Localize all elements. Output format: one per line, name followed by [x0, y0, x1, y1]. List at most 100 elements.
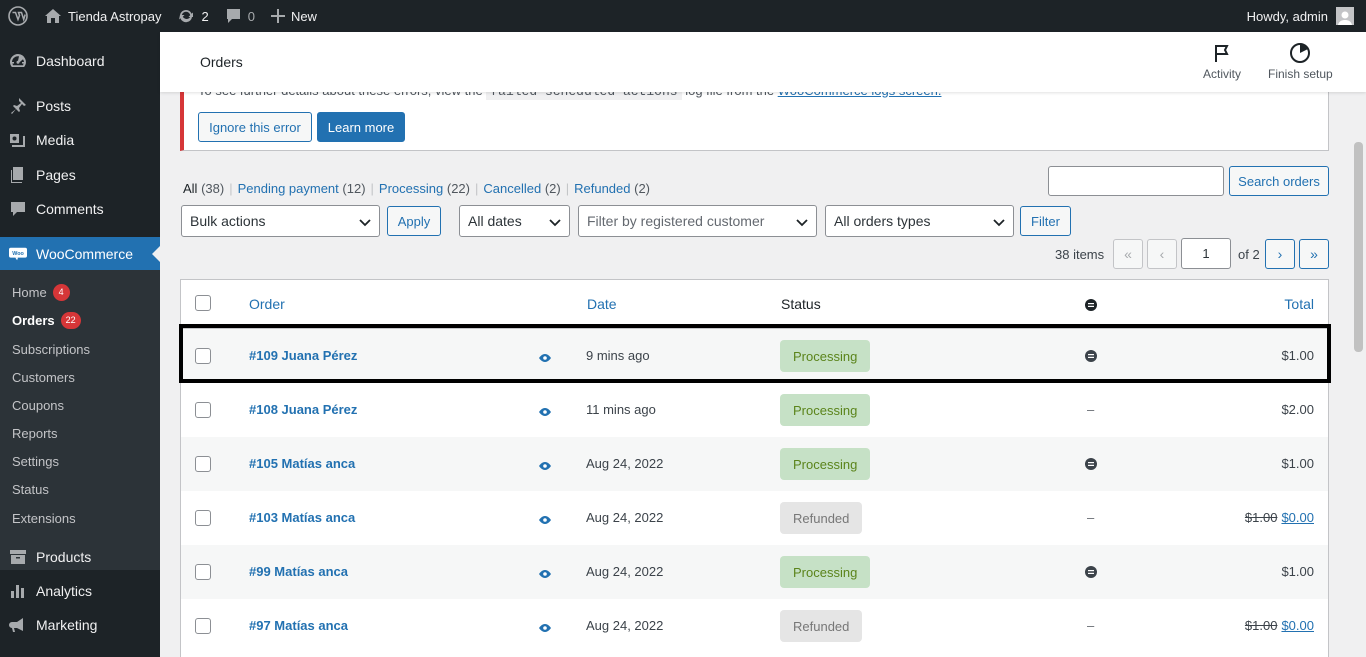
sidebar-label-woocommerce: WooCommerce [36, 246, 133, 262]
column-header-total[interactable]: Total [1284, 296, 1314, 312]
original-total: $1.00 [1244, 618, 1278, 633]
eye-preview-icon[interactable] [538, 351, 552, 366]
eye-preview-icon[interactable] [538, 405, 552, 420]
order-link[interactable]: #97 Matías anca [249, 618, 348, 633]
admin-bar: Tienda Astropay 2 0 New Howdy, admin [0, 0, 1366, 32]
table-row[interactable]: #103 Matías anca Aug 24, 2022 Refunded –… [181, 491, 1328, 545]
sidebar-item-products[interactable]: Products [0, 540, 160, 574]
order-link[interactable]: #99 Matías anca [249, 564, 348, 579]
customer-filter-select[interactable]: Filter by registered customer [578, 205, 817, 237]
first-page-button[interactable]: « [1113, 239, 1143, 269]
row-checkbox[interactable] [195, 456, 211, 472]
dates-value: All dates [468, 213, 522, 229]
row-checkbox[interactable] [195, 510, 211, 526]
submenu-item-status[interactable]: Status [12, 479, 49, 499]
order-link[interactable]: #103 Matías anca [249, 510, 355, 525]
filter-button[interactable]: Filter [1020, 206, 1071, 236]
status-badge: Refunded [780, 502, 863, 534]
sidebar-item-posts[interactable]: Posts [0, 89, 160, 123]
archive-box-icon [9, 548, 27, 566]
view-refunded[interactable]: Refunded [574, 181, 630, 196]
column-header-date[interactable]: Date [587, 296, 617, 312]
new-label: New [290, 8, 317, 24]
submenu-item-coupons[interactable]: Coupons [12, 395, 64, 415]
sidebar-item-marketing[interactable]: Marketing [0, 608, 160, 642]
origin-column-icon [1085, 299, 1097, 311]
sidebar-item-comments[interactable]: Comments [0, 192, 160, 226]
prev-page-button[interactable]: ‹ [1147, 239, 1177, 269]
last-page-button[interactable]: » [1299, 239, 1329, 269]
origin-empty: – [1087, 402, 1095, 417]
origin-empty: – [1087, 618, 1095, 633]
order-link[interactable]: #109 Juana Pérez [249, 348, 357, 363]
view-all[interactable]: All (38) [183, 181, 224, 196]
row-checkbox[interactable] [195, 564, 211, 580]
table-row[interactable]: #109 Juana Pérez 9 mins ago Processing $… [181, 329, 1328, 383]
total-pages: of 2 [1238, 247, 1260, 262]
comments-count: 0 [247, 8, 255, 24]
activity-label: Activity [1203, 67, 1242, 81]
eye-preview-icon[interactable] [538, 621, 552, 636]
status-badge: Processing [780, 394, 871, 426]
view-processing-count: (22) [446, 181, 470, 196]
table-row[interactable]: #108 Juana Pérez 11 mins ago Processing … [181, 383, 1328, 437]
submenu-item-settings[interactable]: Settings [12, 451, 59, 471]
select-all-checkbox[interactable] [195, 295, 211, 311]
bulk-actions-select[interactable]: Bulk actions [181, 205, 380, 237]
view-processing[interactable]: Processing [379, 181, 443, 196]
activity-button[interactable]: Activity [1203, 42, 1241, 81]
eye-preview-icon[interactable] [538, 513, 552, 528]
my-account-link[interactable]: Howdy, admin [1239, 0, 1366, 32]
comments-link[interactable]: 0 [217, 0, 263, 32]
ignore-error-button[interactable]: Ignore this error [198, 112, 312, 142]
submenu-item-subscriptions[interactable]: Subscriptions [12, 339, 90, 359]
sidebar-item-media[interactable]: Media [0, 123, 160, 157]
wordpress-logo-icon[interactable] [0, 0, 36, 32]
updates-link[interactable]: 2 [169, 0, 216, 32]
view-pending-payment[interactable]: Pending payment [238, 181, 339, 196]
submenu-item-orders[interactable]: Orders 22 [12, 310, 81, 330]
column-header-order[interactable]: Order [249, 296, 285, 312]
site-name-link[interactable]: Tienda Astropay [36, 0, 169, 32]
items-count: 38 items [1055, 247, 1105, 262]
order-link[interactable]: #105 Matías anca [249, 456, 355, 471]
row-checkbox[interactable] [195, 348, 211, 364]
submenu-item-home[interactable]: Home 4 [12, 282, 70, 302]
eye-preview-icon[interactable] [538, 567, 552, 582]
search-orders-button[interactable]: Search orders [1229, 166, 1329, 196]
sidebar-item-woocommerce[interactable]: Woo WooCommerce [0, 237, 160, 271]
next-page-button[interactable]: › [1265, 239, 1295, 269]
origin-icon [1085, 458, 1097, 470]
submenu-item-reports[interactable]: Reports [12, 423, 58, 443]
order-link[interactable]: #108 Juana Pérez [249, 402, 357, 417]
new-content-link[interactable]: New [263, 0, 325, 32]
submenu-item-extensions[interactable]: Extensions [12, 508, 76, 528]
search-orders-input[interactable] [1048, 166, 1224, 196]
order-status-views: All (38) | Pending payment (12) | Processing… [183, 181, 650, 196]
comment-icon [9, 200, 27, 218]
dates-select[interactable]: All dates [459, 205, 570, 237]
view-cancelled[interactable]: Cancelled [483, 181, 541, 196]
table-row[interactable]: #105 Matías anca Aug 24, 2022 Processing… [181, 437, 1328, 491]
eye-preview-icon[interactable] [538, 459, 552, 474]
table-row[interactable]: #99 Matías anca Aug 24, 2022 Processing … [181, 545, 1328, 599]
table-row[interactable]: #97 Matías anca Aug 24, 2022 Refunded – … [181, 599, 1328, 653]
row-checkbox[interactable] [195, 402, 211, 418]
apply-button[interactable]: Apply [387, 206, 441, 236]
sidebar-item-dashboard[interactable]: Dashboard [0, 44, 160, 78]
page-scrollbar[interactable] [1351, 32, 1366, 657]
view-refunded-label: Refunded [574, 181, 631, 196]
row-checkbox[interactable] [195, 618, 211, 634]
current-page-input[interactable] [1181, 238, 1231, 269]
learn-more-button[interactable]: Learn more [317, 112, 405, 142]
scrollbar-thumb[interactable] [1354, 142, 1363, 352]
finish-setup-button[interactable]: Finish setup [1268, 42, 1333, 81]
view-processing-label: Processing [378, 181, 444, 196]
sidebar-item-analytics[interactable]: Analytics [0, 574, 160, 608]
flag-icon [1211, 42, 1233, 67]
media-camera-icon [9, 131, 27, 149]
order-types-select[interactable]: All orders types [825, 205, 1014, 237]
submenu-item-customers[interactable]: Customers [12, 367, 75, 387]
order-date: Aug 24, 2022 [586, 564, 664, 579]
sidebar-item-pages[interactable]: Pages [0, 158, 160, 192]
